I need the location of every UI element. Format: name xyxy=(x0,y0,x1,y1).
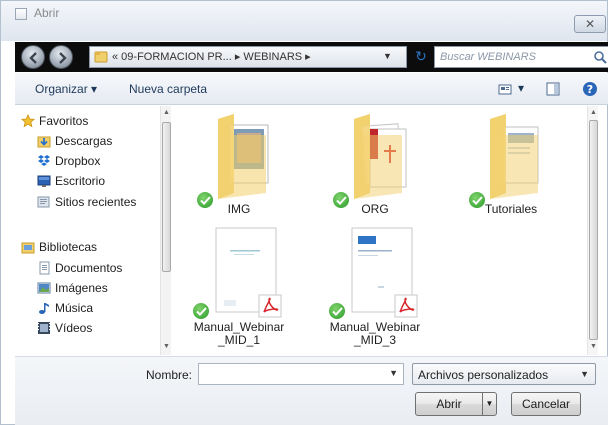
view-options-dropdown[interactable]: ▾ xyxy=(518,81,524,95)
scroll-up-icon[interactable]: ▲ xyxy=(162,107,171,119)
command-toolbar: Organizar ▾ Nueva carpeta ▾ ? xyxy=(15,73,608,105)
file-name: IMG xyxy=(227,202,251,216)
list-item[interactable]: Manual_Webinar _MID_3 xyxy=(320,226,430,347)
sidebar-favorites-label: Favoritos xyxy=(39,114,89,128)
list-item[interactable]: Tutoriales xyxy=(456,111,566,231)
file-list: IMG ORG Tutoriales Manual_Webinar _MID_1… xyxy=(172,106,598,355)
new-folder-button[interactable]: Nueva carpeta xyxy=(129,82,207,96)
sidebar-item-music[interactable]: Música xyxy=(15,298,160,318)
open-options-dropdown[interactable]: ▼ xyxy=(482,393,496,415)
sync-status-icon xyxy=(192,302,210,320)
pdf-icon xyxy=(258,294,282,318)
scroll-up-icon[interactable]: ▲ xyxy=(589,107,598,119)
list-item[interactable]: IMG xyxy=(184,111,294,231)
chevron-down-icon[interactable]: ▼ xyxy=(389,368,398,378)
organize-menu[interactable]: Organizar ▾ xyxy=(35,82,97,96)
file-name: Tutoriales xyxy=(484,202,538,216)
sidebar-item-label: Música xyxy=(55,301,94,315)
file-name-line: Manual_Webinar _MID_3 xyxy=(329,320,421,347)
star-icon xyxy=(21,114,35,128)
downloads-icon xyxy=(37,136,51,148)
file-name-label: Nombre: xyxy=(146,368,193,382)
file-name: Manual_Webinar _MID_3 xyxy=(320,321,430,347)
open-button-label: Abrir xyxy=(436,397,462,411)
sidebar-item-label: Sitios recientes xyxy=(55,195,137,209)
search-input[interactable]: Buscar WEBINARS xyxy=(440,51,536,63)
documents-icon xyxy=(39,261,50,275)
window-title: Abrir xyxy=(34,6,60,20)
file-name: ORG xyxy=(361,202,389,216)
sidebar-scroll-thumb[interactable] xyxy=(162,122,171,272)
sidebar-item-label: Documentos xyxy=(55,261,123,275)
sidebar-item-recent-places[interactable]: Sitios recientes xyxy=(15,192,160,212)
svg-text:?: ? xyxy=(587,83,593,96)
sidebar-item-pictures[interactable]: Imágenes xyxy=(15,278,160,298)
folder-icon xyxy=(94,51,108,63)
sync-status-icon xyxy=(328,302,346,320)
list-item[interactable]: Manual_Webinar _MID_1 xyxy=(184,226,294,347)
chevron-down-icon[interactable]: ▼ xyxy=(580,369,589,379)
close-button[interactable]: ✕ xyxy=(574,15,606,33)
pdf-icon xyxy=(394,294,418,318)
help-icon[interactable]: ? xyxy=(582,81,598,97)
cancel-button[interactable]: Cancelar xyxy=(511,392,581,416)
file-type-select[interactable]: Archivos personalizados ▼ xyxy=(412,363,596,385)
dialog-footer: Nombre: ▼ Archivos personalizados ▼ Abri… xyxy=(15,356,608,425)
scroll-down-icon[interactable]: ▼ xyxy=(162,341,171,353)
recent-places-icon xyxy=(37,196,50,208)
open-button[interactable]: Abrir ▼ xyxy=(415,392,497,416)
list-item[interactable]: ORG xyxy=(320,111,430,231)
sidebar-item-desktop[interactable]: Escritorio xyxy=(15,171,160,191)
sidebar-libraries-label: Bibliotecas xyxy=(39,240,98,254)
back-button[interactable] xyxy=(21,45,45,69)
preview-pane-icon[interactable] xyxy=(545,81,561,97)
sidebar-item-libraries[interactable]: Bibliotecas xyxy=(15,237,160,257)
folder-icon xyxy=(354,114,407,199)
sidebar-item-downloads[interactable]: Descargas xyxy=(15,131,160,151)
change-view-icon[interactable] xyxy=(497,81,513,97)
file-name: Manual_Webinar _MID_1 xyxy=(184,321,294,347)
arrow-right-icon xyxy=(59,52,67,64)
sidebar-item-label: Escritorio xyxy=(55,174,106,188)
sidebar-item-label: Imágenes xyxy=(55,281,108,295)
folder-icon xyxy=(218,114,269,199)
refresh-icon[interactable]: ↻ xyxy=(412,46,430,68)
scroll-down-icon[interactable]: ▼ xyxy=(589,341,598,353)
sidebar-item-documents[interactable]: Documentos xyxy=(15,258,160,278)
address-bar[interactable]: « 09-FORMACION PR... ▸ WEBINARS ▸ ▼ xyxy=(89,46,407,68)
forward-button[interactable] xyxy=(49,45,73,69)
sidebar-item-dropbox[interactable]: Dropbox xyxy=(15,151,160,171)
videos-icon xyxy=(38,322,50,334)
navigation-pane: Favoritos Descargas Dropbox Escritorio S… xyxy=(15,106,171,355)
libraries-icon xyxy=(21,242,35,254)
sidebar-item-label: Descargas xyxy=(55,134,113,148)
sidebar-item-label: Vídeos xyxy=(55,321,93,335)
search-box[interactable]: Buscar WEBINARS xyxy=(434,46,608,68)
music-icon xyxy=(39,303,49,314)
arrow-left-icon xyxy=(29,52,37,64)
file-list-scroll-thumb[interactable] xyxy=(589,120,598,340)
breadcrumb[interactable]: « 09-FORMACION PR... ▸ WEBINARS ▸ xyxy=(112,50,311,63)
file-name-line: Manual_Webinar _MID_1 xyxy=(193,320,285,347)
pictures-icon xyxy=(37,282,51,294)
open-file-dialog: Abrir ✕ « 09-FORMACION PR... ▸ WEBINARS … xyxy=(0,0,608,425)
sidebar-item-videos[interactable]: Vídeos xyxy=(15,318,160,338)
file-list-scrollbar[interactable]: ▲ ▼ xyxy=(587,106,598,355)
sidebar-scrollbar[interactable]: ▲ ▼ xyxy=(160,106,171,355)
navigation-bar: « 09-FORMACION PR... ▸ WEBINARS ▸ ▼ ↻ Bu… xyxy=(15,42,608,72)
window-icon xyxy=(15,8,27,20)
sidebar-item-favorites[interactable]: Favoritos xyxy=(15,111,160,131)
file-name-input[interactable]: ▼ xyxy=(198,363,404,385)
title-bar: Abrir ✕ xyxy=(1,1,607,41)
search-icon[interactable] xyxy=(593,50,607,64)
file-type-value: Archivos personalizados xyxy=(418,368,549,382)
sidebar-item-label: Dropbox xyxy=(55,154,101,168)
dropbox-icon xyxy=(38,155,50,166)
desktop-icon xyxy=(37,175,51,187)
address-dropdown-icon[interactable]: ▼ xyxy=(383,51,392,61)
folder-icon xyxy=(490,114,539,199)
